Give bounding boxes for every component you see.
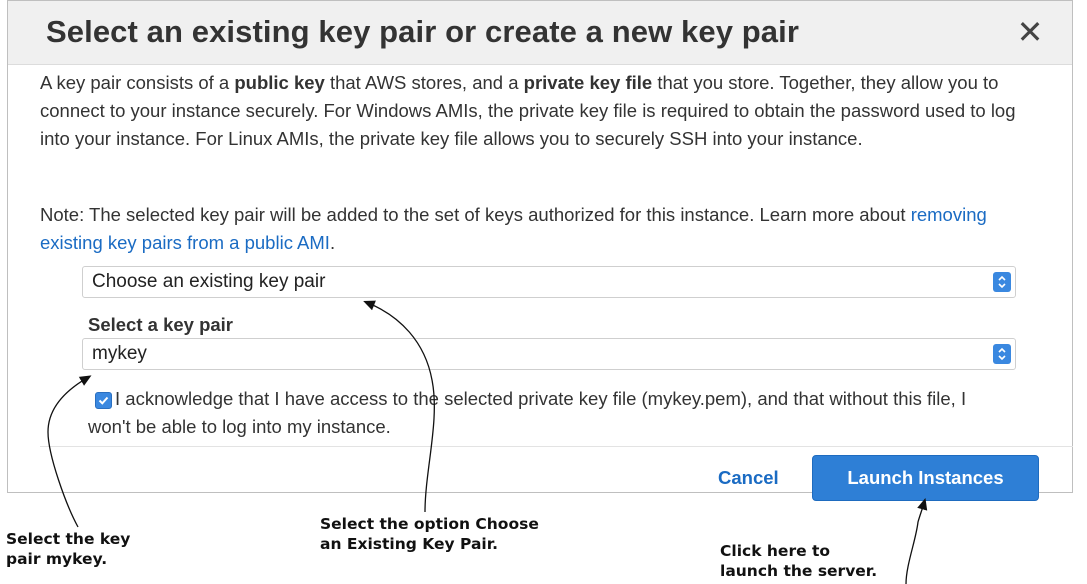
callout-choose-option: Select the option Choose an Existing Key… (320, 515, 539, 553)
callout-arrows (47, 300, 928, 584)
callout-arrow-launch (905, 498, 928, 584)
callout-arrow-select-key-pair (47, 375, 92, 528)
callout-select-key-pair: Select the key pair mykey. (6, 530, 131, 568)
callout-arrow-choose-option (363, 300, 435, 513)
callout-launch-server: Click here to launch the server. (720, 542, 878, 580)
